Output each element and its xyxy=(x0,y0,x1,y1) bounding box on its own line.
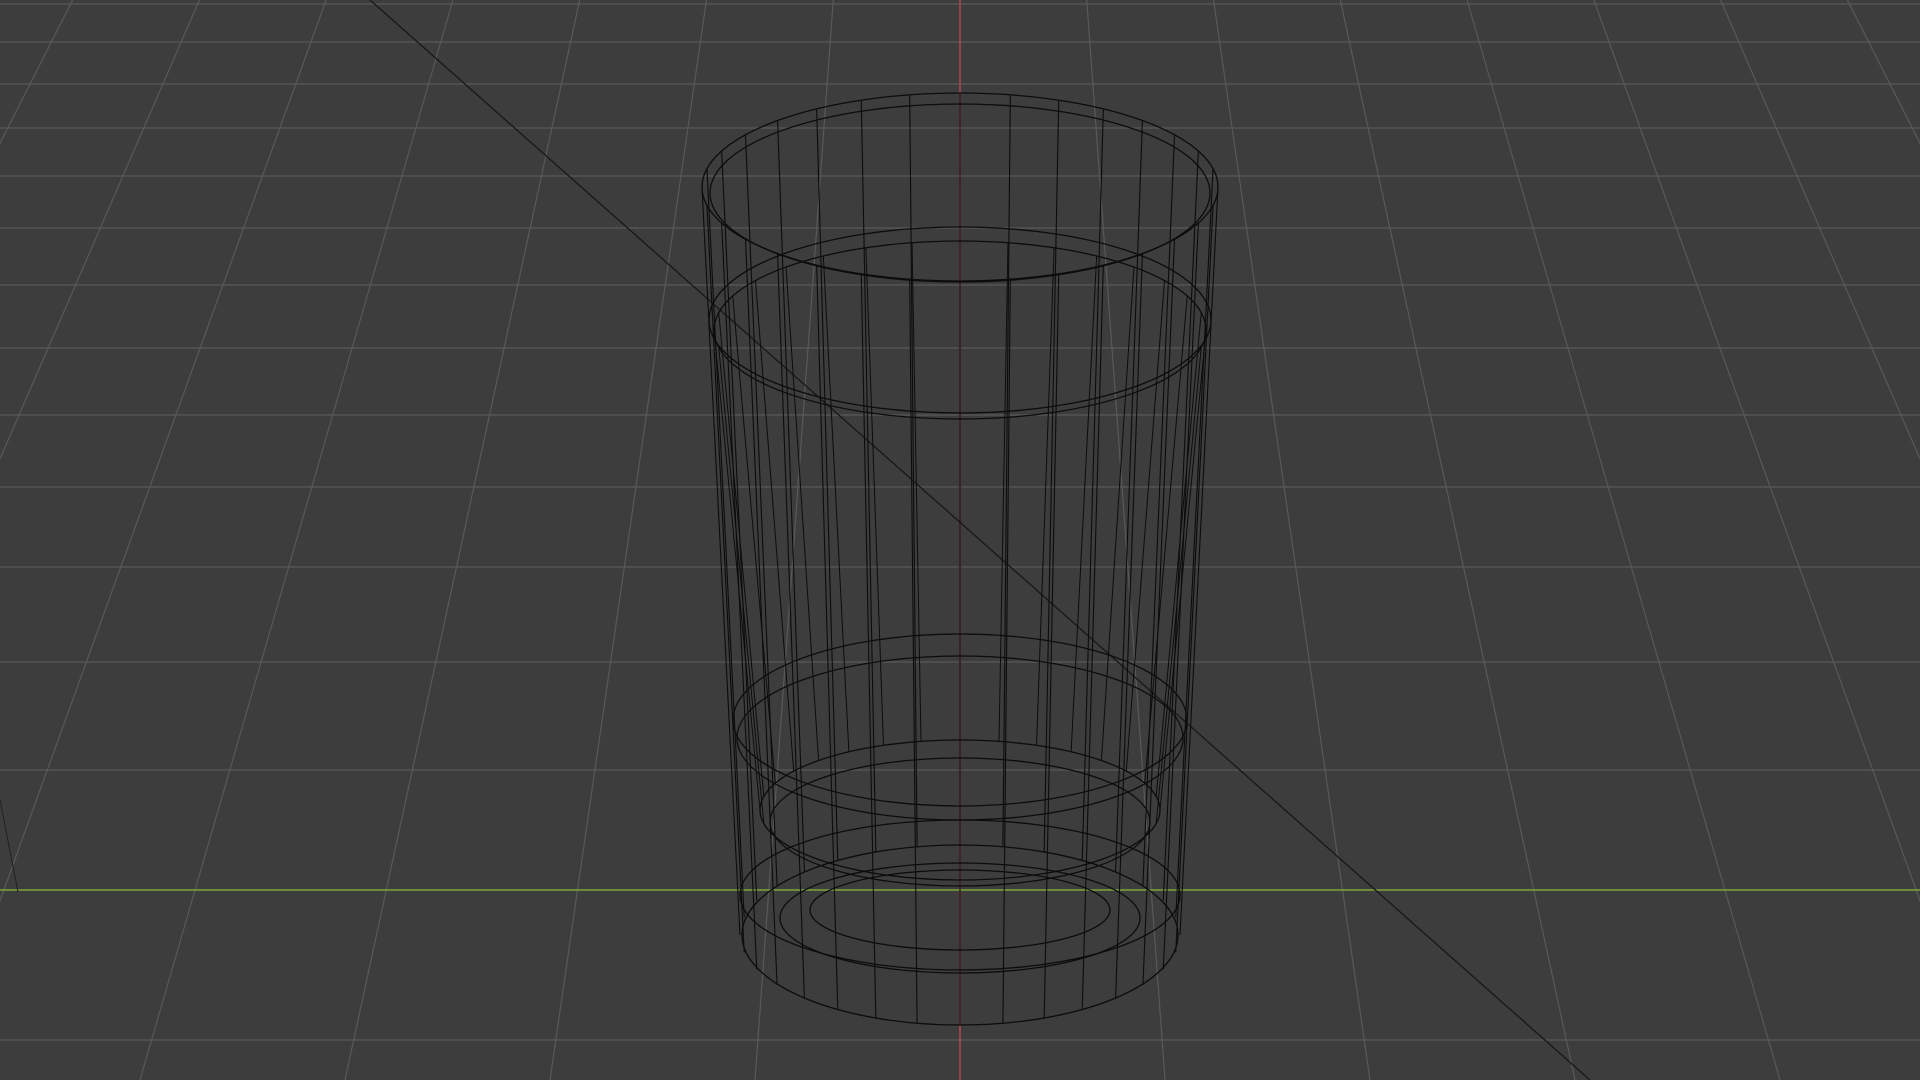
grid-line-vertical xyxy=(0,0,327,903)
grid-line-vertical xyxy=(1086,0,1166,1080)
grid-line-vertical xyxy=(344,0,581,1080)
grid-line-vertical xyxy=(754,0,834,1080)
mesh-edge-outer xyxy=(1115,120,1143,872)
mesh-edge-outer xyxy=(706,168,745,918)
grid-line-vertical xyxy=(1212,0,1371,1080)
grid-line-vertical xyxy=(1720,0,1920,461)
mesh-edge-outer xyxy=(1179,186,1219,936)
mesh-edge-outer xyxy=(1081,265,1104,1010)
mesh-edge-inner xyxy=(1070,255,1098,752)
mesh-edge-inner xyxy=(732,295,776,784)
mesh-edge-inner xyxy=(1155,312,1202,797)
mesh-edge-outer xyxy=(777,253,805,999)
grid-line-vertical xyxy=(139,0,454,1080)
glass-cup-wireframe[interactable] xyxy=(701,92,1219,1026)
grid-line-vertical xyxy=(1593,0,1920,903)
mesh-edge-outer xyxy=(860,273,877,1019)
mesh-edge-inner xyxy=(822,255,850,752)
mesh-edge-outer xyxy=(1115,253,1143,999)
mesh-edge-outer xyxy=(909,279,918,1024)
mesh-edge-inner xyxy=(754,280,795,772)
mesh-edge-inner xyxy=(785,267,820,761)
grid-line-vertical xyxy=(0,0,200,461)
mesh-edge-outer xyxy=(816,265,839,1010)
grid-line-vertical xyxy=(1846,0,1920,145)
mesh-edge-inner xyxy=(1144,295,1188,784)
mesh-edge-outer xyxy=(721,151,758,901)
mesh-edge-outer xyxy=(1002,279,1011,1024)
mesh-edge-outer xyxy=(1162,151,1199,901)
3d-viewport[interactable] xyxy=(0,0,1920,1080)
grid-line-vertical xyxy=(1466,0,1781,1080)
mesh-edge-outer xyxy=(701,186,741,936)
mesh-edge-outer xyxy=(1043,273,1060,1019)
grid-line-vertical xyxy=(0,0,74,145)
mesh-edge-inner xyxy=(718,312,765,797)
grid-line-vertical xyxy=(549,0,708,1080)
grid-line-vertical xyxy=(1339,0,1576,1080)
edge-guide-line xyxy=(0,799,19,893)
camera-guide-line xyxy=(369,0,1591,1080)
mesh-edge-outer xyxy=(1175,168,1214,918)
viewport-canvas[interactable] xyxy=(0,0,1920,1080)
mesh-edge-inner xyxy=(1100,267,1135,761)
mesh-edge-outer xyxy=(777,120,805,872)
